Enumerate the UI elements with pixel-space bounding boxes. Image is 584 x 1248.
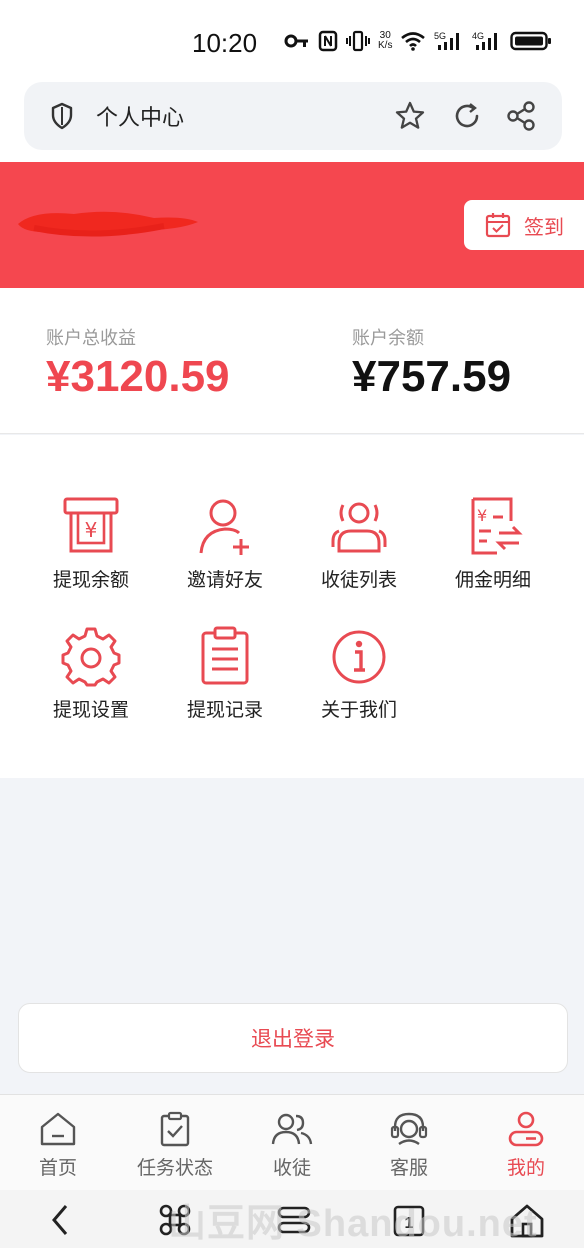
tab-apprentice[interactable]: 收徒 (234, 1111, 350, 1180)
apprentice-list-icon (331, 502, 387, 553)
svg-text:4G: 4G (472, 31, 484, 41)
clipboard-icon (201, 626, 249, 685)
withdraw-balance-icon: ¥ (63, 497, 119, 553)
profile-header: 签到 (0, 162, 584, 288)
logout-button[interactable]: 退出登录 (18, 1003, 568, 1073)
function-menu: ¥ 提现余额 邀请好友 收徒列表 ¥ 佣金明细 提现设置 提现记录 关于我们 (0, 435, 584, 778)
home-icon (40, 1112, 76, 1146)
menu-label: 佣金明细 (454, 569, 531, 591)
bottom-tab-bar: 首页 任务状态 收徒 客服 我的 (0, 1094, 584, 1190)
tab-label: 任务状态 (136, 1157, 213, 1179)
total-earnings: 账户总收益 ¥3120.59 (46, 324, 230, 402)
tab-customer-service[interactable]: 客服 (351, 1111, 467, 1180)
calendar-check-icon (485, 213, 511, 238)
invite-friend-icon (199, 499, 249, 555)
menu-label: 提现设置 (52, 699, 129, 721)
redacted-username (18, 211, 198, 237)
balance-panel: 账户总收益 ¥3120.59 账户余额 ¥757.59 (0, 288, 584, 434)
page-title: 个人中心 (96, 106, 185, 131)
nfc-icon (318, 30, 338, 52)
tab-label: 首页 (38, 1157, 77, 1179)
menu-about-us[interactable]: 关于我们 (292, 625, 426, 735)
headset-icon (390, 1112, 428, 1146)
tab-home[interactable]: 首页 (0, 1111, 116, 1180)
account-balance-label: 账户余额 (352, 328, 424, 349)
tab-label: 收徒 (272, 1157, 311, 1179)
info-icon (332, 630, 386, 684)
menu-label: 邀请好友 (186, 569, 263, 591)
gear-icon (61, 627, 121, 687)
menu-label: 提现余额 (52, 569, 129, 591)
menu-label: 提现记录 (186, 699, 263, 721)
address-bar[interactable]: 个人中心 (24, 82, 562, 150)
status-time: 10:20 (192, 28, 258, 58)
battery-icon (510, 31, 552, 51)
task-clipboard-icon (160, 1111, 190, 1147)
network-speed: 30 K/s (378, 31, 392, 51)
svg-text:¥: ¥ (477, 506, 487, 525)
tab-mine[interactable]: 我的 (468, 1111, 584, 1180)
checkin-label: 签到 (524, 214, 564, 239)
key-icon (284, 34, 308, 48)
browser-toolbar: 个人中心 (0, 82, 584, 162)
menu-invite-friend[interactable]: 邀请好友 (158, 495, 292, 605)
profile-icon (508, 1111, 544, 1147)
users-icon (271, 1113, 313, 1145)
share-icon[interactable] (506, 100, 536, 132)
checkin-button[interactable]: 签到 (464, 200, 584, 250)
svg-text:¥: ¥ (85, 518, 98, 542)
status-bar: 10:20 30 K/s 5G 4G (0, 0, 584, 82)
speed-unit: K/s (378, 40, 393, 51)
star-icon[interactable] (394, 100, 426, 132)
vibrate-icon (346, 30, 370, 52)
menu-apprentice-list[interactable]: 收徒列表 (292, 495, 426, 605)
menu-withdraw-settings[interactable]: 提现设置 (24, 625, 158, 735)
menu-withdraw-records[interactable]: 提现记录 (158, 625, 292, 735)
signal-4g-icon: 4G (472, 31, 498, 50)
commission-detail-icon: ¥ (471, 497, 523, 555)
menu-label: 收徒列表 (320, 569, 397, 591)
menu-withdraw-balance[interactable]: ¥ 提现余额 (24, 495, 158, 605)
reload-icon[interactable] (452, 100, 482, 132)
tab-task-status[interactable]: 任务状态 (117, 1111, 233, 1180)
tab-label: 客服 (389, 1157, 428, 1179)
back-icon[interactable] (46, 1202, 74, 1238)
total-earnings-label: 账户总收益 (46, 328, 136, 349)
account-balance: 账户余额 ¥757.59 (352, 324, 511, 402)
signal-5g-icon: 5G (434, 31, 460, 50)
status-icons: 30 K/s 5G 4G (284, 30, 552, 52)
total-earnings-value: ¥3120.59 (46, 352, 230, 401)
watermark: 山豆网 Shandou.net (168, 1203, 538, 1245)
menu-label: 关于我们 (320, 699, 397, 721)
account-balance-value: ¥757.59 (352, 352, 512, 401)
wifi-icon (401, 32, 426, 51)
svg-text:5G: 5G (434, 31, 446, 41)
tab-label: 我的 (506, 1157, 545, 1179)
shield-icon[interactable] (50, 102, 74, 130)
menu-commission-detail[interactable]: ¥ 佣金明细 (426, 495, 560, 605)
